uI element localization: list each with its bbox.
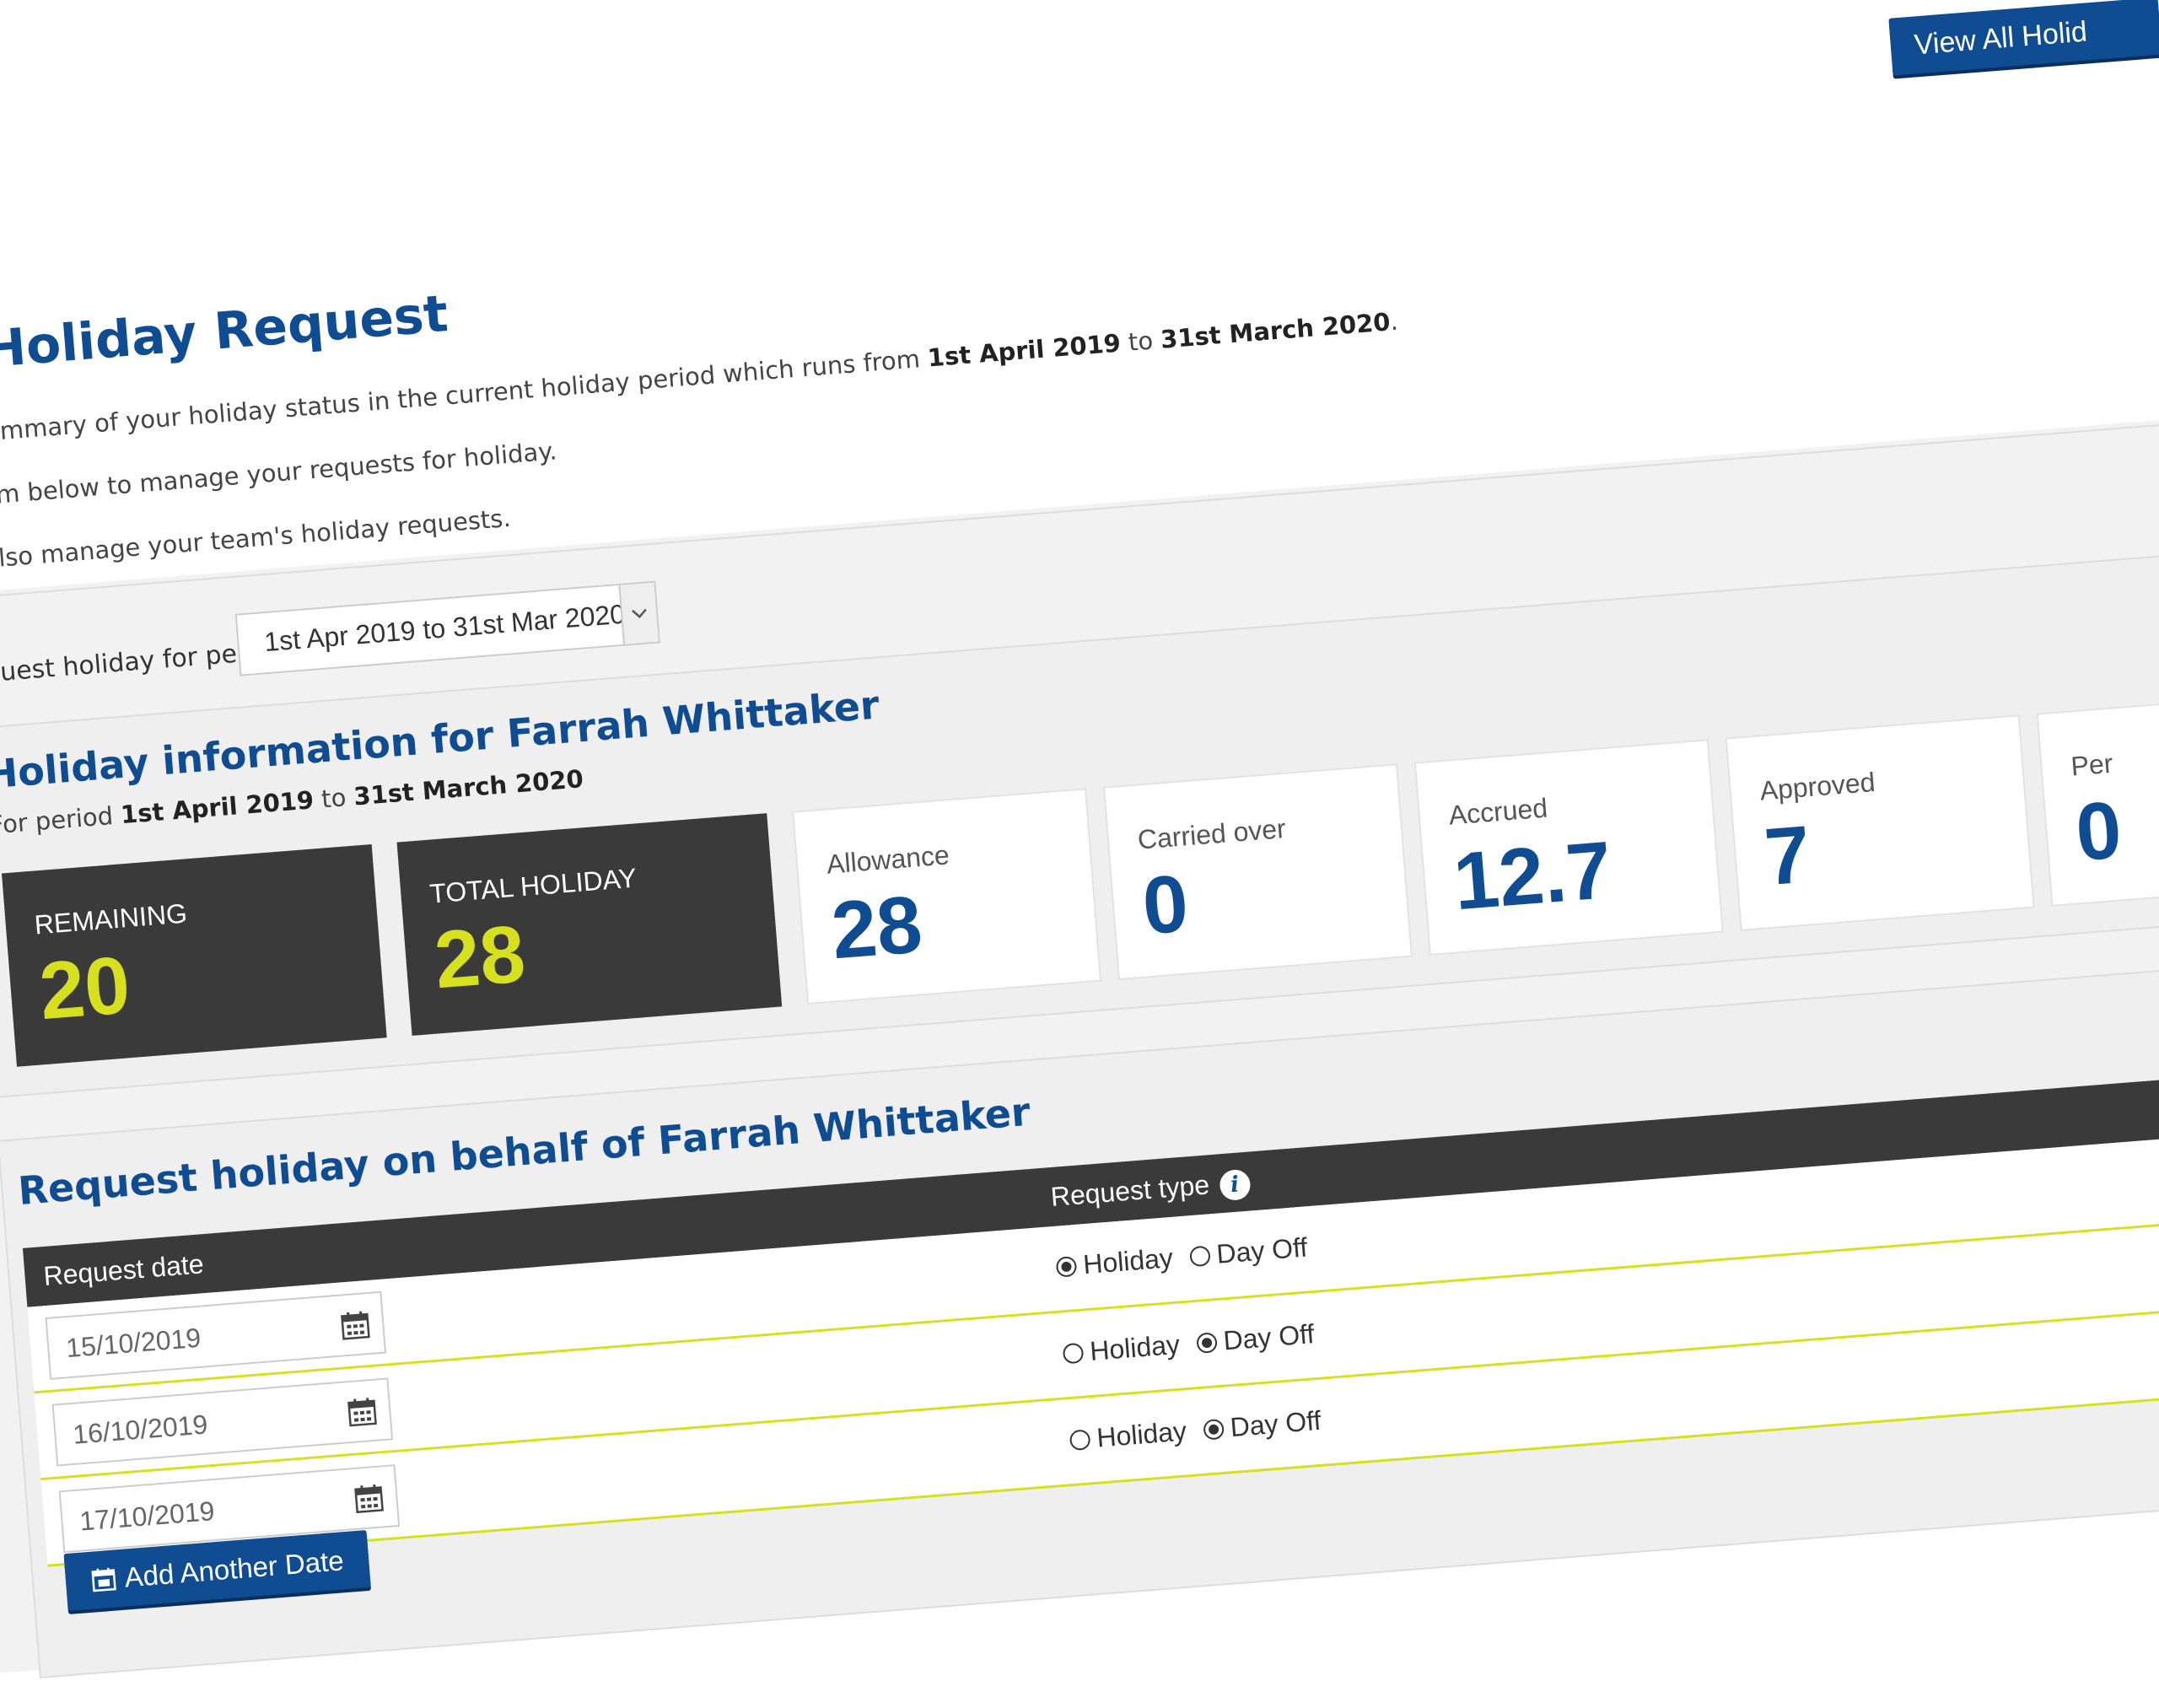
page-title: lew Holiday Request xyxy=(0,284,450,389)
holiday-radio[interactable] xyxy=(1069,1428,1091,1451)
holiday-radio[interactable] xyxy=(1055,1255,1078,1278)
chevron-down-icon[interactable] xyxy=(618,582,659,644)
calendar-icon[interactable] xyxy=(353,1482,385,1518)
add-another-date-label: Add Another Date xyxy=(123,1544,345,1593)
stat-label: Per xyxy=(2070,747,2114,782)
day-off-radio[interactable] xyxy=(1202,1418,1225,1441)
stat-pending: Per 0 xyxy=(2036,690,2159,907)
stat-value: 28 xyxy=(431,908,529,1006)
stat-value: 0 xyxy=(1139,858,1192,952)
request-date-input[interactable]: 15/10/2019 xyxy=(45,1290,387,1380)
day-off-radio[interactable] xyxy=(1195,1331,1218,1354)
stat-value: 28 xyxy=(828,879,926,977)
stat-label: Carried over xyxy=(1136,812,1287,855)
stat-label: Allowance xyxy=(825,839,950,880)
info-icon[interactable]: i xyxy=(1218,1168,1252,1201)
day-off-radio-label[interactable]: Day Off xyxy=(1215,1231,1308,1269)
request-type-options: Holiday Day Off xyxy=(1055,1231,1326,1283)
holiday-request-page: View All Holid lew Holiday Request ere i… xyxy=(0,0,2159,1700)
stat-label: REMAINING xyxy=(33,897,189,940)
request-date-value: 17/10/2019 xyxy=(78,1495,216,1537)
request-date-value: 16/10/2019 xyxy=(72,1409,209,1450)
column-request-date: Request date xyxy=(42,1248,205,1292)
day-off-radio-label[interactable]: Day Off xyxy=(1229,1405,1322,1443)
holiday-radio-label[interactable]: Holiday xyxy=(1096,1415,1187,1453)
period-select-value: 1st Apr 2019 to 31st Mar 2020 xyxy=(263,598,627,658)
holiday-radio-label[interactable]: Holiday xyxy=(1089,1329,1181,1367)
stat-label: Approved xyxy=(1758,766,1876,806)
stat-value: 0 xyxy=(2072,784,2125,879)
holiday-radio[interactable] xyxy=(1062,1342,1085,1364)
stat-carried-over: Carried over 0 xyxy=(1102,763,1413,981)
request-date-input[interactable]: 16/10/2019 xyxy=(51,1377,394,1467)
stat-value: 7 xyxy=(1761,809,1814,903)
view-all-holidays-button[interactable]: View All Holid xyxy=(1888,0,2159,76)
stat-value: 12.7 xyxy=(1450,824,1615,928)
request-date-value: 15/10/2019 xyxy=(64,1322,202,1364)
stat-total-holiday: TOTAL HOLIDAY 28 xyxy=(396,813,783,1036)
day-off-radio-label[interactable]: Day Off xyxy=(1222,1318,1315,1356)
stat-label: Accrued xyxy=(1447,792,1549,831)
stat-value: 20 xyxy=(35,940,133,1037)
stat-allowance: Allowance 28 xyxy=(792,788,1102,1005)
column-request-type-label: Request type xyxy=(1049,1169,1211,1213)
calendar-icon[interactable] xyxy=(339,1309,372,1345)
day-off-radio[interactable] xyxy=(1188,1245,1211,1267)
stat-remaining: REMAINING 20 xyxy=(1,843,387,1067)
calendar-icon[interactable] xyxy=(346,1396,379,1432)
column-request-type: Request type i xyxy=(1050,1167,1252,1215)
request-type-options: Holiday Day Off xyxy=(1062,1317,1333,1370)
request-type-options: Holiday Day Off xyxy=(1069,1404,1339,1456)
stat-label: TOTAL HOLIDAY xyxy=(428,862,638,909)
holiday-radio-label[interactable]: Holiday xyxy=(1082,1242,1174,1280)
stat-accrued: Accrued 12.7 xyxy=(1413,739,1724,956)
calendar-icon xyxy=(91,1567,116,1592)
stat-approved: Approved 7 xyxy=(1725,714,2035,931)
